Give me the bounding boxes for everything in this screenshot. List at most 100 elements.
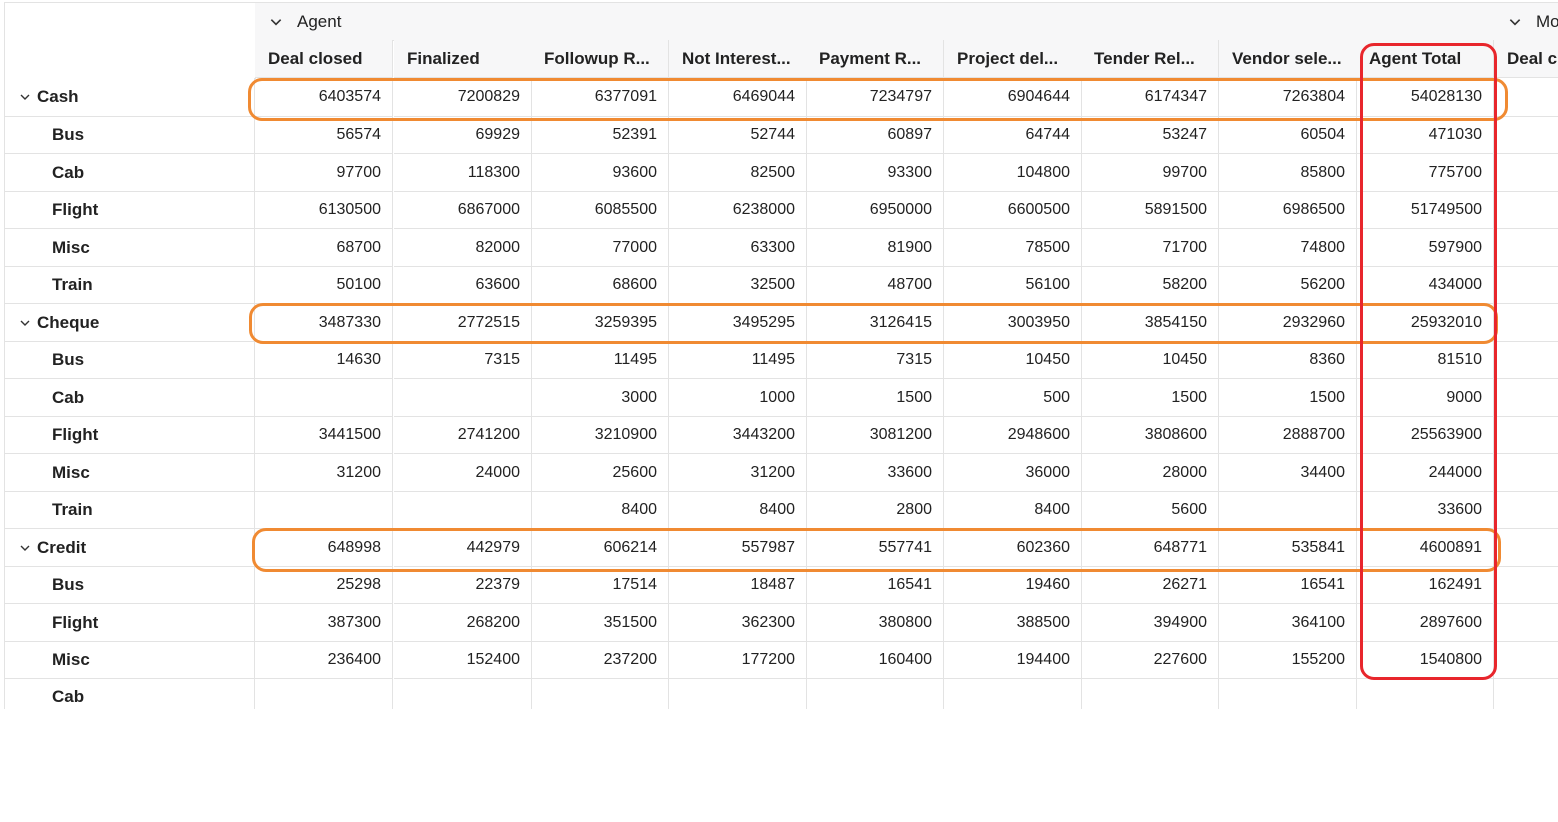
table-cell[interactable]: 1500: [806, 379, 944, 417]
column-group-header[interactable]: Mo: [1494, 3, 1558, 41]
table-cell[interactable]: 2888700: [1219, 417, 1357, 454]
table-cell[interactable]: 54028130: [1356, 78, 1494, 117]
table-cell[interactable]: [1356, 679, 1494, 709]
table-cell[interactable]: 1540800: [1356, 642, 1494, 679]
table-cell[interactable]: 3000: [531, 379, 669, 417]
column-header[interactable]: Tender Rel...: [1081, 40, 1219, 78]
table-cell[interactable]: 364100: [1219, 604, 1357, 642]
table-cell[interactable]: 162491: [1356, 567, 1494, 604]
table-cell[interactable]: 63600: [394, 267, 532, 304]
table-cell[interactable]: 2897600: [1356, 604, 1494, 642]
table-cell[interactable]: [1494, 454, 1558, 492]
table-cell[interactable]: 56100: [944, 267, 1082, 304]
table-cell[interactable]: 2800: [806, 492, 944, 529]
table-cell[interactable]: 31200: [255, 454, 393, 492]
table-cell[interactable]: 1500: [1219, 379, 1357, 417]
table-cell[interactable]: 26271: [1081, 567, 1219, 604]
table-cell[interactable]: [1494, 117, 1558, 154]
table-cell[interactable]: 82500: [669, 154, 807, 192]
row-header[interactable]: Train: [5, 267, 255, 304]
table-cell[interactable]: 22379: [394, 567, 532, 604]
table-cell[interactable]: 36000: [944, 454, 1082, 492]
table-cell[interactable]: 6238000: [669, 192, 807, 229]
table-cell[interactable]: 155200: [1219, 642, 1357, 679]
table-cell[interactable]: 8400: [531, 492, 669, 529]
table-cell[interactable]: [1494, 192, 1558, 229]
table-cell[interactable]: 97700: [255, 154, 393, 192]
table-cell[interactable]: [669, 679, 807, 709]
table-cell[interactable]: 16541: [806, 567, 944, 604]
column-header[interactable]: Not Interest...: [669, 40, 807, 78]
table-cell[interactable]: 775700: [1356, 154, 1494, 192]
table-cell[interactable]: 6403574: [255, 78, 393, 117]
table-cell[interactable]: [1219, 492, 1357, 529]
row-header[interactable]: Misc: [5, 642, 255, 679]
table-cell[interactable]: 28000: [1081, 454, 1219, 492]
table-cell[interactable]: 227600: [1081, 642, 1219, 679]
table-cell[interactable]: [1081, 679, 1219, 709]
table-cell[interactable]: 118300: [394, 154, 532, 192]
table-cell[interactable]: 81900: [806, 229, 944, 267]
table-cell[interactable]: 237200: [531, 642, 669, 679]
table-cell[interactable]: 10450: [1081, 342, 1219, 379]
table-cell[interactable]: 2948600: [944, 417, 1082, 454]
table-cell[interactable]: 14630: [255, 342, 393, 379]
table-cell[interactable]: 7315: [394, 342, 532, 379]
table-cell[interactable]: 5891500: [1081, 192, 1219, 229]
table-cell[interactable]: 351500: [531, 604, 669, 642]
table-cell[interactable]: 25298: [255, 567, 393, 604]
table-cell[interactable]: 69929: [394, 117, 532, 154]
table-cell[interactable]: 6986500: [1219, 192, 1357, 229]
table-cell[interactable]: [1494, 567, 1558, 604]
row-header[interactable]: Train: [5, 492, 255, 529]
table-cell[interactable]: 471030: [1356, 117, 1494, 154]
table-cell[interactable]: [1494, 417, 1558, 454]
row-header[interactable]: Cab: [5, 154, 255, 192]
table-cell[interactable]: 10450: [944, 342, 1082, 379]
table-cell[interactable]: [1219, 679, 1357, 709]
table-cell[interactable]: 58200: [1081, 267, 1219, 304]
row-header[interactable]: Bus: [5, 342, 255, 379]
table-cell[interactable]: 85800: [1219, 154, 1357, 192]
table-cell[interactable]: 8400: [669, 492, 807, 529]
table-cell[interactable]: 34400: [1219, 454, 1357, 492]
table-cell[interactable]: [1494, 492, 1558, 529]
row-header[interactable]: Flight: [5, 417, 255, 454]
row-header[interactable]: Misc: [5, 454, 255, 492]
row-header[interactable]: Bus: [5, 567, 255, 604]
table-cell[interactable]: 68700: [255, 229, 393, 267]
table-cell[interactable]: [531, 679, 669, 709]
table-cell[interactable]: [1494, 78, 1558, 117]
table-cell[interactable]: [1494, 379, 1558, 417]
table-cell[interactable]: [1494, 154, 1558, 192]
table-cell[interactable]: 160400: [806, 642, 944, 679]
table-cell[interactable]: [1494, 529, 1558, 567]
table-cell[interactable]: 6867000: [394, 192, 532, 229]
chevron-down-icon[interactable]: [19, 317, 31, 329]
table-cell[interactable]: 25600: [531, 454, 669, 492]
table-cell[interactable]: 104800: [944, 154, 1082, 192]
table-cell[interactable]: 557987: [669, 529, 807, 567]
table-cell[interactable]: 93300: [806, 154, 944, 192]
table-cell[interactable]: 3210900: [531, 417, 669, 454]
table-cell[interactable]: 3081200: [806, 417, 944, 454]
table-cell[interactable]: 6130500: [255, 192, 393, 229]
table-cell[interactable]: 63300: [669, 229, 807, 267]
column-header[interactable]: Finalized: [394, 40, 532, 78]
table-cell[interactable]: 3443200: [669, 417, 807, 454]
table-cell[interactable]: 82000: [394, 229, 532, 267]
table-cell[interactable]: 597900: [1356, 229, 1494, 267]
table-cell[interactable]: 99700: [1081, 154, 1219, 192]
table-cell[interactable]: 394900: [1081, 604, 1219, 642]
table-cell[interactable]: 8360: [1219, 342, 1357, 379]
table-cell[interactable]: 7234797: [806, 78, 944, 117]
table-cell[interactable]: 2741200: [394, 417, 532, 454]
table-cell[interactable]: 3808600: [1081, 417, 1219, 454]
table-cell[interactable]: 33600: [806, 454, 944, 492]
table-cell[interactable]: 4600891: [1356, 529, 1494, 567]
column-header[interactable]: Deal closed: [255, 40, 393, 78]
table-cell[interactable]: [1494, 229, 1558, 267]
table-cell[interactable]: 434000: [1356, 267, 1494, 304]
row-header[interactable]: Cab: [5, 679, 255, 709]
column-group-header[interactable]: Agent: [255, 3, 1495, 41]
